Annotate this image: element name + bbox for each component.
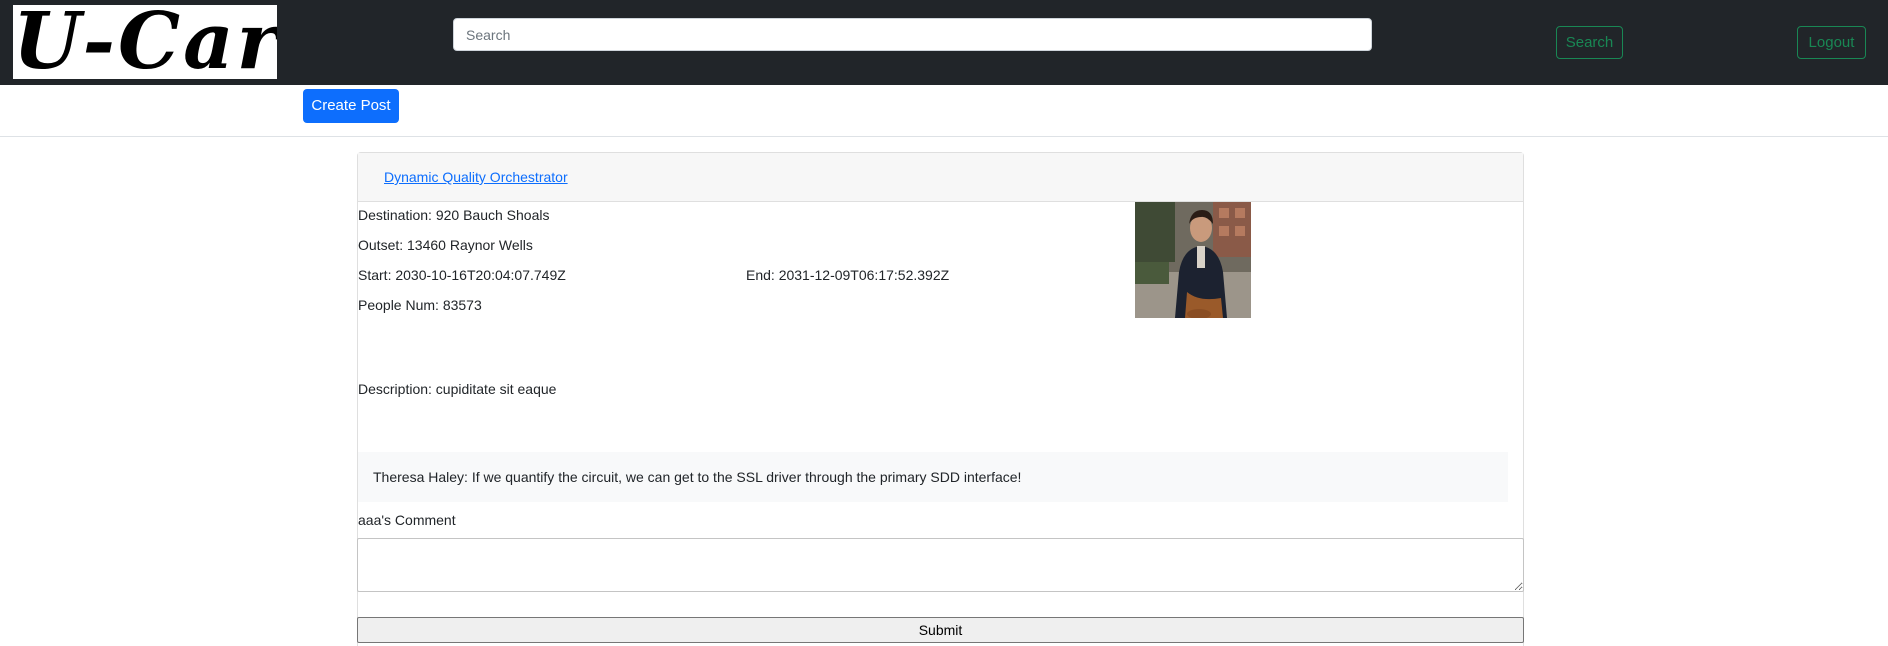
poster-photo — [1135, 202, 1251, 318]
post-start-time: Start: 2030-10-16T20:04:07.749Z — [358, 267, 566, 283]
post-title-link[interactable]: Dynamic Quality Orchestrator — [384, 169, 568, 185]
action-bar: Create Post — [0, 85, 1888, 137]
post-destination: Destination: 920 Bauch Shoals — [358, 207, 550, 223]
post-card-header: Dynamic Quality Orchestrator — [358, 153, 1523, 202]
comment-label: aaa's Comment — [358, 512, 456, 528]
top-navbar: U-Car Search Logout — [0, 0, 1888, 85]
post-card: Dynamic Quality Orchestrator Destination… — [357, 152, 1524, 646]
create-post-button[interactable]: Create Post — [303, 89, 399, 123]
post-end-time: End: 2031-12-09T06:17:52.392Z — [746, 267, 950, 283]
comment-text: Theresa Haley: If we quantify the circui… — [373, 469, 1022, 485]
post-description: Description: cupiditate sit eaque — [358, 381, 557, 397]
u-car-logo[interactable]: U-Car — [13, 5, 277, 79]
post-people-num: People Num: 83573 — [358, 297, 482, 313]
post-outset: Outset: 13460 Raynor Wells — [358, 237, 533, 253]
logo-wordmark: U-Car — [13, 5, 277, 79]
comment-item: Theresa Haley: If we quantify the circui… — [358, 452, 1508, 502]
search-input[interactable] — [453, 18, 1372, 51]
search-button[interactable]: Search — [1556, 26, 1623, 59]
logout-button[interactable]: Logout — [1797, 26, 1866, 59]
comment-textarea[interactable] — [357, 538, 1524, 592]
submit-comment-button[interactable]: Submit — [357, 617, 1524, 643]
